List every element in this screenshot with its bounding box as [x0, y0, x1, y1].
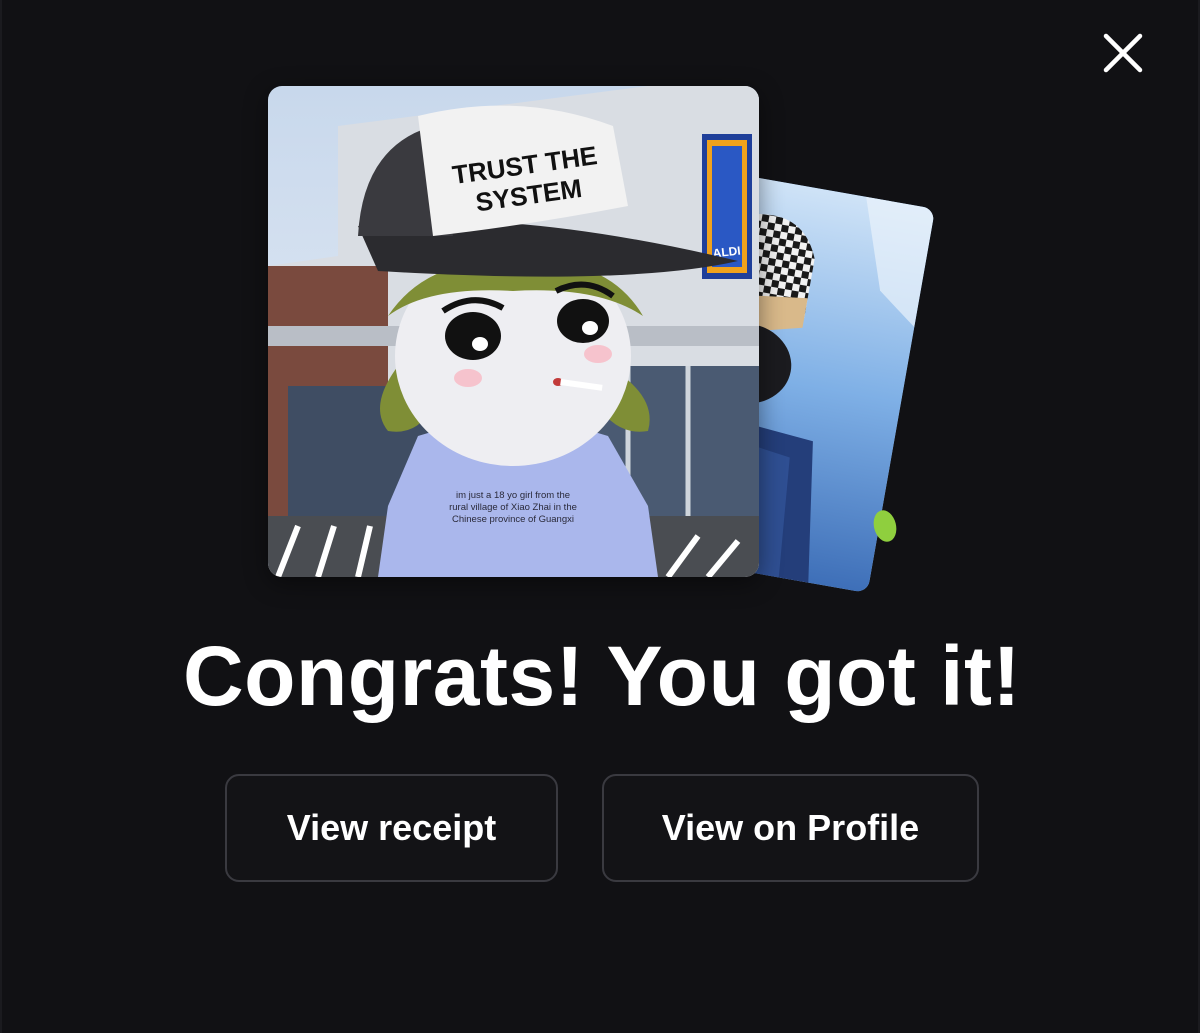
- view-on-profile-button[interactable]: View on Profile: [602, 774, 979, 882]
- shirt-text-line3: Chinese province of Guangxi: [452, 514, 574, 525]
- nft-card-front[interactable]: ALDI im just a 18 yo girl from the rural…: [268, 86, 759, 577]
- nft-card-stack: ALDI im just a 18 yo girl from the rural…: [268, 86, 948, 594]
- success-headline: Congrats! You got it!: [183, 629, 1021, 723]
- purchase-success-modal: ALDI im just a 18 yo girl from the rural…: [0, 0, 1200, 1033]
- nft-image-front: ALDI im just a 18 yo girl from the rural…: [268, 86, 759, 577]
- view-receipt-button[interactable]: View receipt: [225, 774, 558, 882]
- close-icon: [1103, 33, 1143, 73]
- shirt-text-line1: im just a 18 yo girl from the: [456, 490, 570, 501]
- close-button[interactable]: [1098, 28, 1148, 78]
- shirt-text-line2: rural village of Xiao Zhai in the: [449, 502, 577, 513]
